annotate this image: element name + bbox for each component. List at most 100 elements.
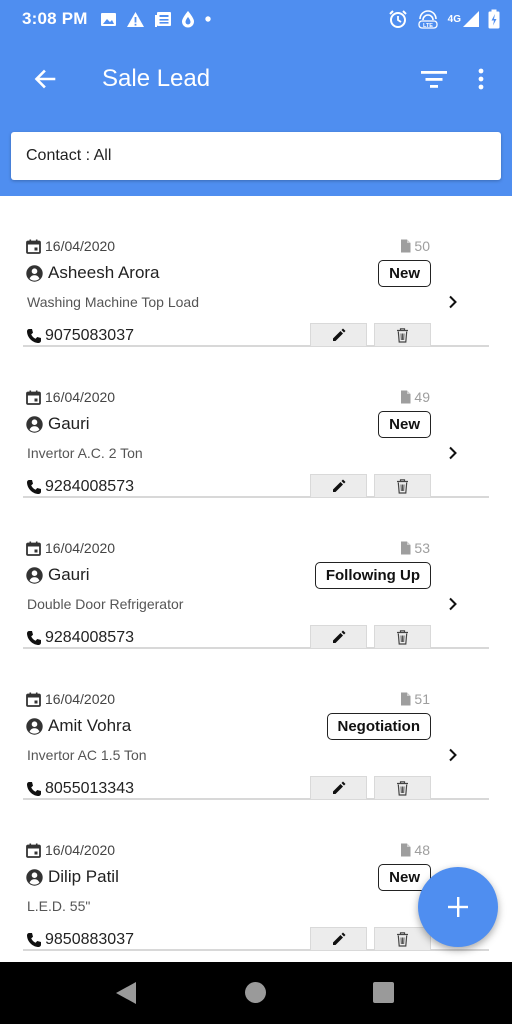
edit-button[interactable] xyxy=(310,323,367,347)
system-icons: LTE 4G xyxy=(388,9,500,29)
lead-id: 50 xyxy=(414,238,430,254)
calendar-icon xyxy=(26,239,41,254)
lead-product: Washing Machine Top Load xyxy=(27,294,199,310)
status-badge: Following Up xyxy=(314,562,431,589)
phone-row[interactable]: 8055013343 xyxy=(26,780,134,798)
account-circle-icon xyxy=(26,264,43,282)
nav-back-icon[interactable] xyxy=(114,980,138,1006)
lead-id: 49 xyxy=(414,389,430,405)
network-label: 4G xyxy=(447,13,461,25)
image-icon xyxy=(100,12,117,27)
lead-date: 16/04/2020 xyxy=(45,842,116,858)
lead-product: Double Door Refrigerator xyxy=(27,596,184,612)
nav-home-icon[interactable] xyxy=(245,982,266,1003)
id-row: 53 xyxy=(400,540,430,556)
back-button[interactable] xyxy=(28,62,62,96)
battery-icon xyxy=(488,9,500,29)
phone-row[interactable]: 9284008573 xyxy=(26,478,134,496)
document-icon xyxy=(401,390,411,404)
chevron-right-icon[interactable] xyxy=(445,596,461,612)
status-bar: 3:08 PM LTE 4G xyxy=(0,0,512,38)
contact-filter-dropdown[interactable]: Contact : All xyxy=(11,132,501,180)
lead-card[interactable]: 16/04/2020 48 Dilip Patil New L.E.D. 55"… xyxy=(23,800,489,951)
lead-date: 16/04/2020 xyxy=(45,540,116,556)
lead-card[interactable]: 16/04/2020 50 Asheesh Arora New Washing … xyxy=(23,196,489,347)
pencil-icon xyxy=(332,932,345,945)
add-lead-button[interactable] xyxy=(418,867,498,947)
date-row: 16/04/2020 xyxy=(26,691,115,707)
edit-button[interactable] xyxy=(310,474,367,498)
filter-icon xyxy=(421,71,447,88)
lead-name: Amit Vohra xyxy=(48,716,132,735)
delete-button[interactable] xyxy=(374,323,431,347)
edit-button[interactable] xyxy=(310,625,367,649)
date-row: 16/04/2020 xyxy=(26,238,115,254)
lead-card[interactable]: 16/04/2020 49 Gauri New Invertor A.C. 2 … xyxy=(23,347,489,498)
lead-phone: 9075083037 xyxy=(45,327,134,344)
lead-date: 16/04/2020 xyxy=(45,691,116,707)
edit-button[interactable] xyxy=(310,927,367,951)
lead-phone: 8055013343 xyxy=(45,780,134,797)
phone-icon xyxy=(27,782,41,796)
phone-row[interactable]: 9284008573 xyxy=(26,629,134,647)
more-options-button[interactable] xyxy=(464,62,498,96)
lead-name: Dilip Patil xyxy=(48,867,119,886)
trash-icon xyxy=(397,780,408,796)
calendar-icon xyxy=(26,692,41,707)
dot-icon xyxy=(204,15,212,23)
lead-name: Gauri xyxy=(48,414,90,433)
edit-button[interactable] xyxy=(310,776,367,800)
date-row: 16/04/2020 xyxy=(26,540,115,556)
news-icon xyxy=(154,11,172,28)
delete-button[interactable] xyxy=(374,927,431,951)
lead-id: 53 xyxy=(414,540,430,556)
name-row: Asheesh Arora xyxy=(26,262,160,284)
chevron-right-icon[interactable] xyxy=(445,445,461,461)
lead-card[interactable]: 16/04/2020 51 Amit Vohra Negotiation Inv… xyxy=(23,649,489,800)
status-badge: New xyxy=(378,260,431,287)
lead-id: 51 xyxy=(414,691,430,707)
document-icon xyxy=(401,843,411,857)
date-row: 16/04/2020 xyxy=(26,842,115,858)
account-circle-icon xyxy=(26,717,43,735)
phone-row[interactable]: 9075083037 xyxy=(26,327,134,345)
trash-icon xyxy=(397,931,408,947)
trash-icon xyxy=(397,327,408,343)
svg-text:LTE: LTE xyxy=(423,23,433,29)
warning-icon xyxy=(126,11,145,28)
date-row: 16/04/2020 xyxy=(26,389,115,405)
name-row: Dilip Patil xyxy=(26,866,119,888)
lead-list: 16/04/2020 50 Asheesh Arora New Washing … xyxy=(0,196,512,962)
chevron-right-icon[interactable] xyxy=(445,747,461,763)
drop-icon xyxy=(181,10,195,28)
delete-button[interactable] xyxy=(374,776,431,800)
signal-4g-icon: 4G xyxy=(448,10,480,28)
calendar-icon xyxy=(26,541,41,556)
phone-row[interactable]: 9850883037 xyxy=(26,931,134,949)
lead-product: Invertor AC 1.5 Ton xyxy=(27,747,147,763)
nav-recents-icon[interactable] xyxy=(373,982,394,1003)
trash-icon xyxy=(397,478,408,494)
account-circle-icon xyxy=(26,868,43,886)
trash-icon xyxy=(397,629,408,645)
system-nav-bar xyxy=(0,962,512,1024)
status-badge: Negotiation xyxy=(326,713,431,740)
phone-icon xyxy=(27,329,41,343)
chevron-right-icon[interactable] xyxy=(445,294,461,310)
notification-icons xyxy=(100,10,212,28)
pencil-icon xyxy=(332,479,345,492)
delete-button[interactable] xyxy=(374,474,431,498)
name-row: Gauri xyxy=(26,564,90,586)
id-row: 50 xyxy=(400,238,430,254)
pencil-icon xyxy=(332,781,345,794)
account-circle-icon xyxy=(26,566,43,584)
pencil-icon xyxy=(332,630,345,643)
arrow-back-icon xyxy=(34,69,56,89)
filter-button[interactable] xyxy=(417,62,451,96)
lead-name: Asheesh Arora xyxy=(48,263,160,282)
app-bar: Sale Lead Contact : All xyxy=(0,38,512,196)
document-icon xyxy=(401,541,411,555)
lead-card[interactable]: 16/04/2020 53 Gauri Following Up Double … xyxy=(23,498,489,649)
more-vert-icon xyxy=(478,68,484,90)
delete-button[interactable] xyxy=(374,625,431,649)
